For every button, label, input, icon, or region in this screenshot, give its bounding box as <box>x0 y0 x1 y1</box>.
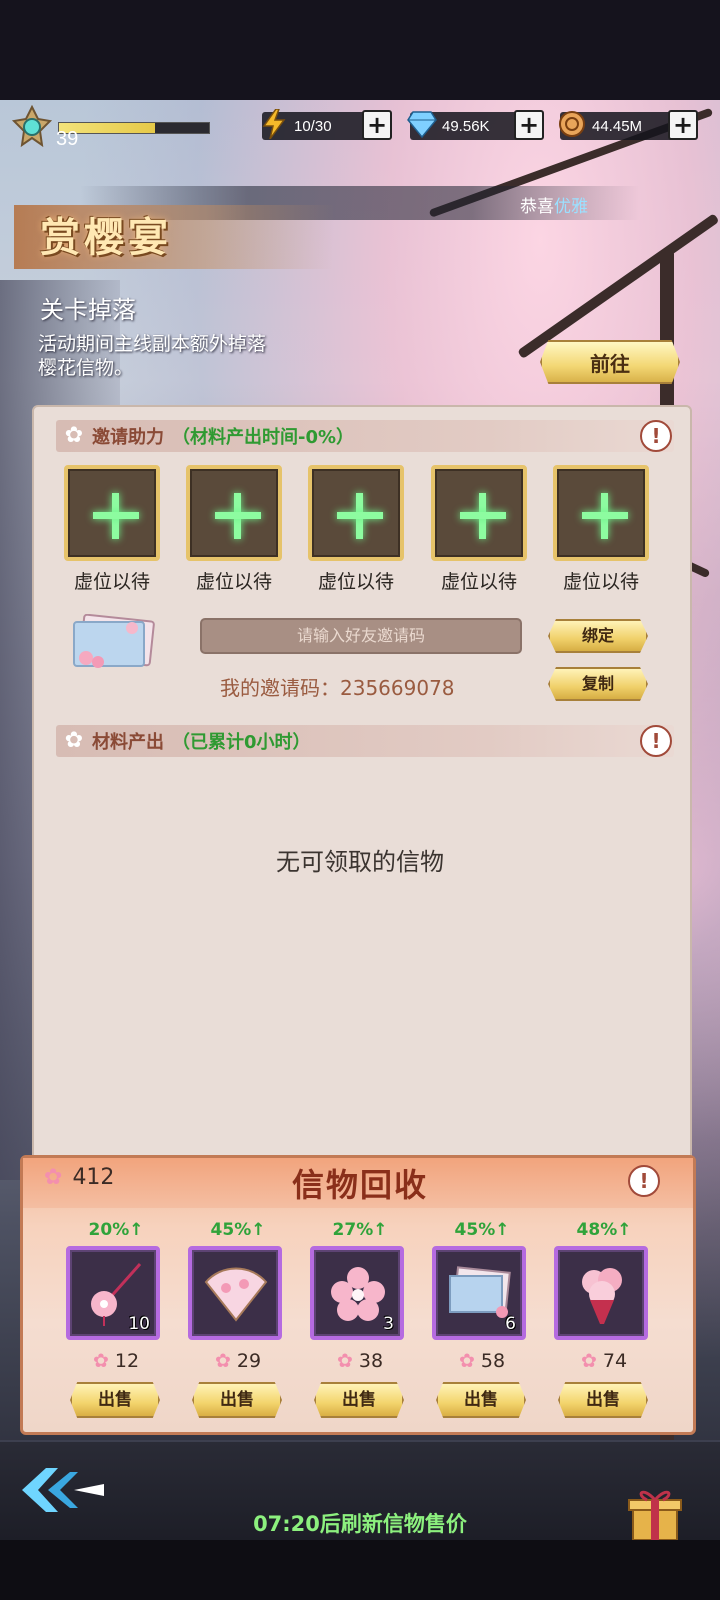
item-slot-fan[interactable] <box>188 1246 282 1340</box>
item-slot-brooch[interactable]: 3 <box>310 1246 404 1340</box>
empty-materials-message: 无可领取的信物 <box>276 848 444 876</box>
sakura-brooch-icon <box>331 1267 385 1321</box>
add-coin-button[interactable]: + <box>668 110 698 140</box>
diamond-value: 49.56K <box>442 117 490 135</box>
price-change-pct: 48%↑ <box>576 1220 632 1240</box>
sakura-petal-icon: ✿ <box>336 1350 353 1372</box>
invite-slot[interactable] <box>553 465 649 561</box>
invite-slot-label: 虚位以待 <box>317 571 394 593</box>
copy-button[interactable]: 复制 <box>548 667 648 701</box>
plus-icon <box>215 512 261 519</box>
materials-section-title: 材料产出 <box>92 732 164 753</box>
petal-count-value: 412 <box>72 1165 115 1190</box>
item-slot-bouquet[interactable] <box>554 1246 648 1340</box>
materials-section-header: ✿ 材料产出 （已累计0小时） ! <box>56 725 674 757</box>
item-price: ✿ 38 <box>336 1350 384 1372</box>
sell-button[interactable]: 出售 <box>558 1382 648 1418</box>
item-price: ✿ 74 <box>580 1350 628 1372</box>
price-change-pct: 45%↑ <box>454 1220 510 1240</box>
lightning-icon <box>258 108 290 140</box>
price-change-pct: 45%↑ <box>210 1220 266 1240</box>
coin-icon <box>556 108 588 140</box>
item-count: 10 <box>128 1314 150 1334</box>
invite-slot-label: 虚位以待 <box>195 571 272 593</box>
invite-slot[interactable] <box>64 465 160 561</box>
price-change-pct: 20%↑ <box>88 1220 144 1240</box>
sakura-bouquet-icon <box>582 1268 622 1324</box>
event-title: 赏樱宴 <box>40 214 172 261</box>
diamond-counter: 49.56K + <box>407 110 544 140</box>
item-count: 6 <box>505 1314 516 1334</box>
item-price: ✿ 12 <box>92 1350 140 1372</box>
plus-icon <box>337 512 383 519</box>
exp-bar <box>58 122 210 134</box>
diamond-icon <box>406 108 438 140</box>
event-description: 活动期间主线副本额外掉落樱花信物。 <box>38 333 267 379</box>
invite-section-bonus: （材料产出时间-0%） <box>172 427 355 448</box>
sakura-flower-icon: ✿ <box>64 423 84 448</box>
system-nav-area <box>0 1540 720 1600</box>
sakura-petal-icon: ✿ <box>458 1350 475 1372</box>
materials-section-accumulated: （已累计0小时） <box>172 732 311 753</box>
invite-info-icon[interactable]: ! <box>640 420 672 452</box>
invite-slot[interactable] <box>186 465 282 561</box>
item-slot-postcard[interactable]: 6 <box>432 1246 526 1340</box>
sell-button[interactable]: 出售 <box>436 1382 526 1418</box>
sakura-postcard-icon <box>449 1266 511 1318</box>
invite-code-input[interactable]: 请输入好友邀请码 <box>200 618 522 654</box>
player-level: 39 <box>56 128 79 150</box>
sakura-flower-icon: ✿ <box>64 728 84 753</box>
sell-button[interactable]: 出售 <box>70 1382 160 1418</box>
invite-slot[interactable] <box>308 465 404 561</box>
sell-button[interactable]: 出售 <box>192 1382 282 1418</box>
postcard-icon <box>73 614 155 668</box>
item-count: 3 <box>383 1314 394 1334</box>
level-emblem-icon[interactable] <box>10 105 54 149</box>
bind-button[interactable]: 绑定 <box>548 619 648 653</box>
sell-button[interactable]: 出售 <box>314 1382 404 1418</box>
sakura-petal-icon: ✿ <box>580 1350 597 1372</box>
coin-counter: 44.45M + <box>559 110 698 140</box>
goto-button[interactable]: 前往 <box>540 340 680 384</box>
gift-box-icon[interactable] <box>625 1484 685 1544</box>
recycle-info-icon[interactable]: ! <box>628 1165 660 1197</box>
price-refresh-timer: 07:20后刷新信物售价 <box>253 1512 467 1536</box>
materials-info-icon[interactable]: ! <box>640 725 672 757</box>
invite-slot-label: 虚位以待 <box>562 571 639 593</box>
invite-section-title: 邀请助力 <box>92 427 164 448</box>
event-subtitle: 关卡掉落 <box>40 296 136 324</box>
status-area <box>0 0 720 100</box>
add-diamond-button[interactable]: + <box>514 110 544 140</box>
plus-icon <box>93 512 139 519</box>
item-price: ✿ 58 <box>458 1350 506 1372</box>
price-change-pct: 27%↑ <box>332 1220 388 1240</box>
sakura-fan-icon <box>204 1267 268 1322</box>
plus-icon <box>460 512 506 519</box>
stamina-value: 10/30 <box>294 117 332 135</box>
sakura-petal-icon: ✿ <box>92 1350 109 1372</box>
sakura-petal-icon: ✿ <box>214 1350 231 1372</box>
announcement-text: 恭喜优雅 <box>520 197 588 217</box>
sakura-petal-icon: ✿ <box>44 1165 63 1190</box>
invite-slot-label: 虚位以待 <box>440 571 517 593</box>
item-price: ✿ 29 <box>214 1350 262 1372</box>
invite-slot-label: 虚位以待 <box>73 571 150 593</box>
add-stamina-button[interactable]: + <box>362 110 392 140</box>
invite-slot[interactable] <box>431 465 527 561</box>
petal-balance: ✿ 412 <box>44 1165 114 1190</box>
coin-value: 44.45M <box>592 117 643 135</box>
item-slot-hairpin[interactable]: 10 <box>66 1246 160 1340</box>
plus-icon <box>582 512 628 519</box>
my-invite-code: 我的邀请码：235669078 <box>220 676 455 700</box>
stamina-counter: 10/30 + <box>262 109 392 140</box>
invite-section-header: ✿ 邀请助力 （材料产出时间-0%） ! <box>56 420 674 452</box>
